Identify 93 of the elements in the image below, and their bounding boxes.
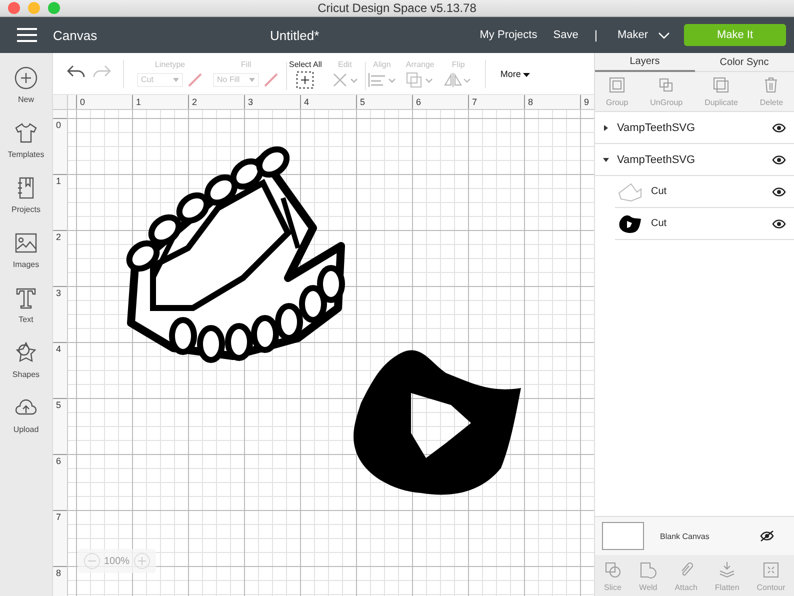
sidebar-item[interactable]: Shapes: [0, 341, 52, 388]
sidebar-item[interactable]: Text: [0, 286, 52, 333]
caret-right-icon[interactable]: [603, 124, 609, 130]
image-icon: [14, 231, 38, 255]
layer-name: Cut: [651, 218, 668, 229]
ungroup-icon: [657, 76, 676, 94]
canvas-swatch[interactable]: [602, 522, 644, 550]
zoom-out-button[interactable]: [84, 553, 100, 569]
weld-icon: [639, 561, 658, 579]
align-icon[interactable]: [368, 72, 396, 88]
tool-label: Fill: [240, 60, 252, 68]
redo-arrow-icon: [93, 65, 111, 79]
outline-teeth-thumbnail-icon: [617, 180, 643, 202]
eye-icon[interactable]: [772, 154, 786, 164]
hidden-eye-icon[interactable]: [760, 530, 774, 542]
section-title: Canvas: [53, 28, 98, 42]
machine-dropdown[interactable]: Maker: [617, 29, 670, 41]
caret-down-icon[interactable]: [603, 156, 609, 162]
document-title: Untitled*: [270, 28, 320, 42]
color-swatch-icon[interactable]: [187, 72, 203, 88]
window-title: Cricut Design Space v5.13.78: [318, 1, 476, 15]
sidebar-item[interactable]: Projects: [0, 176, 52, 223]
ruler-number: 8: [53, 566, 67, 596]
panel-tab[interactable]: Color Sync: [694, 53, 794, 72]
sidebar-item[interactable]: Upload: [0, 396, 52, 443]
plus-circle-icon: [14, 66, 38, 90]
eye-icon[interactable]: [772, 186, 786, 196]
sidebar-item[interactable]: Templates: [0, 121, 52, 168]
tool-label: Linetype: [154, 60, 186, 68]
ruler-number: 1: [53, 174, 67, 230]
layers-icon: [718, 561, 736, 579]
ruler-number: 4: [300, 95, 356, 109]
ruler-number: 8: [524, 95, 580, 109]
layer-name: VampTeethSVG: [617, 154, 696, 166]
more-dropdown[interactable]: More: [494, 68, 536, 78]
eye-icon[interactable]: [772, 122, 786, 132]
ruler-number: 6: [412, 95, 468, 109]
letter-t-icon: [14, 286, 38, 310]
tool-label: Align: [373, 60, 391, 68]
ruler-number: 5: [53, 398, 67, 454]
menu-icon[interactable]: [17, 28, 37, 42]
separator: |: [594, 28, 598, 42]
caret-icon: [523, 72, 530, 76]
close-window-button[interactable]: [8, 2, 20, 14]
tool-label: Flip: [452, 60, 465, 68]
scissors-icon[interactable]: [332, 72, 358, 88]
header-link[interactable]: My Projects: [480, 29, 538, 41]
blank-canvas-label: Blank Canvas: [660, 532, 710, 540]
ruler-number: 2: [53, 230, 67, 286]
slice-icon: [604, 561, 622, 579]
chevron-down-icon: [658, 32, 670, 38]
zoom-window-button[interactable]: [48, 2, 60, 14]
ruler-number: 7: [53, 510, 67, 566]
ruler-number: 0: [76, 95, 132, 109]
ruler-number: 1: [132, 95, 188, 109]
layer-group-row[interactable]: VampTeethSVG: [595, 144, 794, 176]
ruler-number: 2: [188, 95, 244, 109]
tool-label: Select All: [289, 60, 322, 68]
ruler-number: 7: [468, 95, 524, 109]
group-icon: [608, 76, 626, 94]
duplicate-icon: [712, 76, 730, 94]
shapes-icon: [14, 341, 38, 365]
zoom-in-button[interactable]: [134, 553, 150, 569]
undo-arrow-icon: [67, 65, 85, 79]
caret-icon: [249, 78, 255, 82]
solid-teeth-thumbnail-icon: [617, 212, 643, 234]
flip-icon[interactable]: [444, 72, 472, 88]
contour-icon: [762, 561, 780, 579]
color-swatch-icon[interactable]: [263, 72, 279, 88]
layer-row[interactable]: Cut: [615, 176, 794, 208]
eye-icon[interactable]: [772, 218, 786, 228]
ruler-number: 3: [244, 95, 300, 109]
header-link[interactable]: Save: [553, 29, 578, 41]
layer-group-row[interactable]: VampTeethSVG: [595, 112, 794, 144]
layer-name: VampTeethSVG: [617, 122, 696, 134]
tool-label: Arrange: [406, 60, 434, 68]
layer-row[interactable]: Cut: [615, 208, 794, 240]
t-shirt-icon: [14, 121, 38, 145]
caret-icon: [173, 78, 179, 82]
sidebar-item[interactable]: New: [0, 66, 52, 113]
plus-icon: [136, 556, 147, 566]
ruler-number: 4: [53, 342, 67, 398]
tool-label: Edit: [338, 60, 352, 68]
ruler-number: 0: [53, 118, 67, 174]
layer-name: Cut: [651, 186, 668, 197]
ruler-number: 3: [53, 286, 67, 342]
ruler-number: 6: [53, 454, 67, 510]
ruler-number: 5: [356, 95, 412, 109]
select-all-icon[interactable]: [296, 70, 314, 88]
arrange-icon[interactable]: [406, 72, 434, 88]
panel-tab[interactable]: Layers: [595, 53, 694, 72]
sidebar-item[interactable]: Images: [0, 231, 52, 278]
zoom-level: 100%: [104, 556, 130, 566]
